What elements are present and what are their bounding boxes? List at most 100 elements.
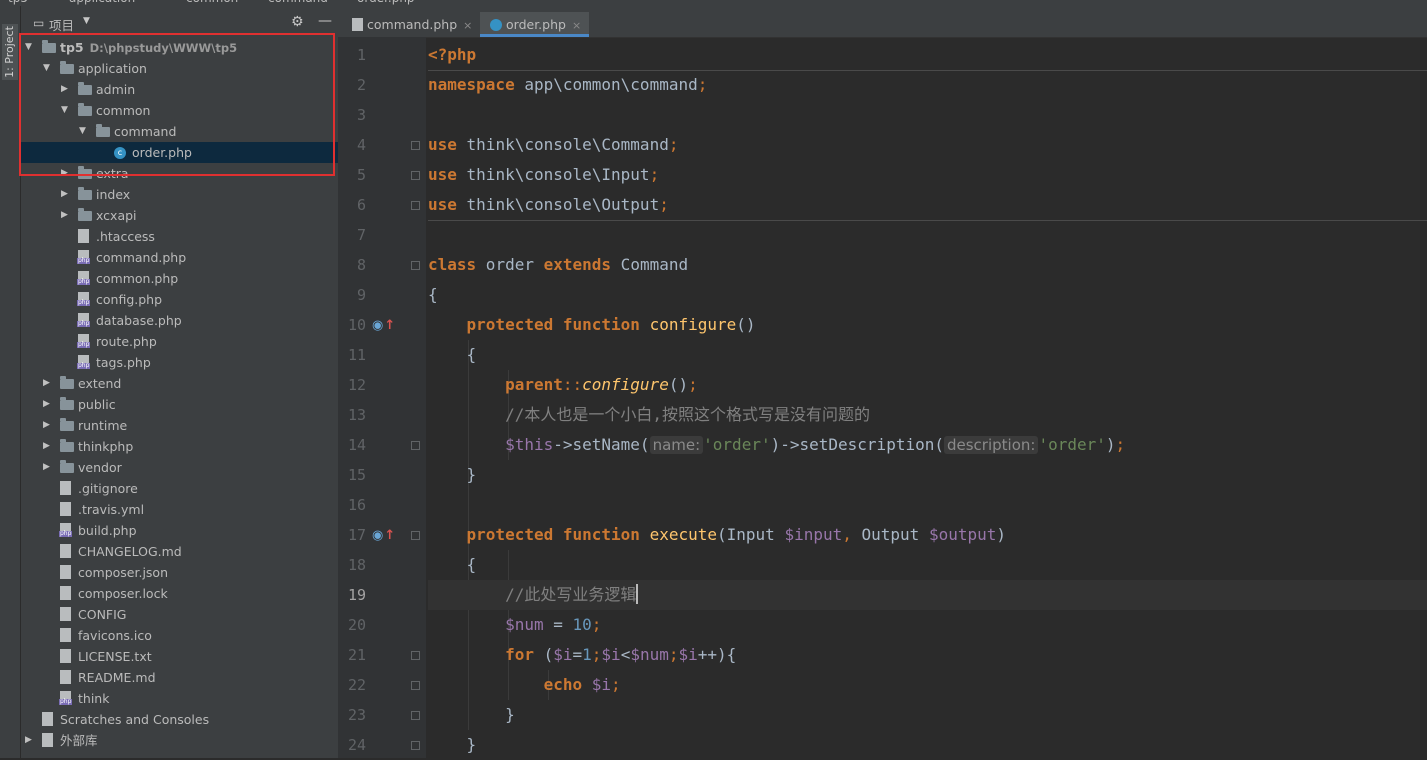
tree-item[interactable]: LICENSE.txt: [21, 646, 338, 667]
chevron-right-icon[interactable]: ▶: [43, 457, 53, 478]
tree-item[interactable]: think: [21, 688, 338, 709]
tree-item[interactable]: ▶ extend: [21, 373, 338, 394]
tree-item[interactable]: database.php: [21, 310, 338, 331]
code-area[interactable]: <?php namespace app\common\command; use th…: [428, 37, 1427, 758]
php-class-icon: [490, 19, 502, 31]
tree-item-label: LICENSE.txt: [78, 649, 152, 664]
code-line[interactable]: protected function execute(Input $input,…: [428, 520, 1427, 550]
code-line[interactable]: parent::configure();: [428, 370, 1427, 400]
code-line[interactable]: $this->setName(name:'order')->setDescrip…: [428, 430, 1427, 460]
fold-marker-icon[interactable]: [411, 171, 420, 180]
code-line[interactable]: //此处写业务逻辑: [428, 580, 1427, 610]
tree-item[interactable]: ▶ vendor: [21, 457, 338, 478]
code-line[interactable]: use think\console\Output;: [428, 190, 1427, 220]
code-line[interactable]: {: [428, 340, 1427, 370]
tree-item[interactable]: tags.php: [21, 352, 338, 373]
fold-marker-icon[interactable]: [411, 201, 420, 210]
code-line[interactable]: use think\console\Command;: [428, 130, 1427, 160]
tree-item[interactable]: composer.json: [21, 562, 338, 583]
chevron-right-icon[interactable]: ▶: [61, 205, 71, 226]
close-icon[interactable]: ×: [463, 19, 472, 32]
code-line[interactable]: [428, 220, 1427, 250]
code-token: //本人也是一个小白,按照这个格式写是没有问题的: [505, 405, 870, 424]
code-line[interactable]: }: [428, 730, 1427, 760]
code-token: use: [428, 165, 457, 184]
fold-marker-icon[interactable]: [411, 141, 420, 150]
project-tool-button[interactable]: 1: Project: [2, 24, 18, 80]
tool-window-stripe: 1: Project: [0, 6, 21, 758]
chevron-right-icon[interactable]: ▶: [61, 184, 71, 205]
close-icon[interactable]: ×: [572, 19, 581, 32]
override-method-icon[interactable]: ◉↑: [372, 528, 395, 543]
tree-item-label: .htaccess: [96, 229, 155, 244]
project-view-selector[interactable]: 项目: [49, 15, 74, 34]
editor-tab[interactable]: order.php ×: [480, 12, 590, 37]
tree-item[interactable]: favicons.ico: [21, 625, 338, 646]
breadcrumb-item[interactable]: order.php: [357, 0, 415, 5]
chevron-right-icon[interactable]: ▶: [43, 436, 53, 457]
chevron-right-icon[interactable]: ▶: [43, 373, 53, 394]
code-line[interactable]: protected function configure(): [428, 310, 1427, 340]
fold-marker-icon[interactable]: [411, 681, 420, 690]
code-line[interactable]: [428, 100, 1427, 130]
tree-item[interactable]: build.php: [21, 520, 338, 541]
code-line[interactable]: $num = 10;: [428, 610, 1427, 640]
tree-item[interactable]: .htaccess: [21, 226, 338, 247]
code-line[interactable]: //本人也是一个小白,按照这个格式写是没有问题的: [428, 400, 1427, 430]
code-token: 10: [572, 615, 592, 634]
code-line[interactable]: {: [428, 280, 1427, 310]
code-token: ;: [591, 645, 602, 664]
fold-marker-icon[interactable]: [411, 741, 420, 750]
fold-marker-icon[interactable]: [411, 441, 420, 450]
code-line[interactable]: echo $i;: [428, 670, 1427, 700]
tree-item[interactable]: ▶ xcxapi: [21, 205, 338, 226]
code-token: $output: [928, 525, 997, 544]
chevron-right-icon[interactable]: ▶: [43, 415, 53, 436]
chevron-right-icon[interactable]: ▶: [25, 730, 35, 751]
breadcrumb-item[interactable]: common: [186, 0, 238, 5]
fold-marker-icon[interactable]: [411, 261, 420, 270]
chevron-down-icon[interactable]: ▼: [83, 16, 90, 26]
tree-item[interactable]: ▶ runtime: [21, 415, 338, 436]
tree-item-label: CONFIG: [78, 607, 127, 622]
tree-item[interactable]: composer.lock: [21, 583, 338, 604]
breadcrumb-item[interactable]: tp5: [8, 0, 28, 5]
tree-item[interactable]: Scratches and Consoles: [21, 709, 338, 730]
tree-item[interactable]: command.php: [21, 247, 338, 268]
code-line[interactable]: }: [428, 460, 1427, 490]
tree-item[interactable]: config.php: [21, 289, 338, 310]
tree-item[interactable]: ▶ 外部库: [21, 730, 338, 751]
tree-item[interactable]: ▶ index: [21, 184, 338, 205]
code-line[interactable]: <?php: [428, 40, 1427, 70]
tree-item[interactable]: CONFIG: [21, 604, 338, 625]
code-line[interactable]: class order extends Command: [428, 250, 1427, 280]
tree-item[interactable]: README.md: [21, 667, 338, 688]
tree-item[interactable]: common.php: [21, 268, 338, 289]
tree-item[interactable]: route.php: [21, 331, 338, 352]
breadcrumb-item[interactable]: command: [268, 0, 328, 5]
gear-icon[interactable]: ⚙: [291, 14, 304, 30]
code-line[interactable]: [428, 490, 1427, 520]
override-method-icon[interactable]: ◉↑: [372, 318, 395, 333]
tree-item[interactable]: ▶ thinkphp: [21, 436, 338, 457]
code-line[interactable]: namespace app\common\command;: [428, 70, 1427, 100]
code-line[interactable]: for ($i=1;$i<$num;$i++){: [428, 640, 1427, 670]
code-token: =: [572, 645, 583, 664]
tree-item[interactable]: CHANGELOG.md: [21, 541, 338, 562]
fold-marker-icon[interactable]: [411, 531, 420, 540]
code-token: protected: [466, 315, 554, 334]
code-line[interactable]: }: [428, 700, 1427, 730]
minimize-icon[interactable]: —: [318, 13, 332, 29]
fold-marker-icon[interactable]: [411, 651, 420, 660]
annotation-highlight-box: [19, 33, 335, 176]
tree-item[interactable]: .travis.yml: [21, 499, 338, 520]
fold-marker-icon[interactable]: [411, 711, 420, 720]
code-token: ::: [562, 375, 583, 394]
breadcrumb-item[interactable]: application: [69, 0, 135, 5]
chevron-right-icon[interactable]: ▶: [43, 394, 53, 415]
editor-tab[interactable]: command.php ×: [342, 12, 480, 37]
tree-item[interactable]: .gitignore: [21, 478, 338, 499]
code-line[interactable]: {: [428, 550, 1427, 580]
code-line[interactable]: use think\console\Input;: [428, 160, 1427, 190]
tree-item[interactable]: ▶ public: [21, 394, 338, 415]
